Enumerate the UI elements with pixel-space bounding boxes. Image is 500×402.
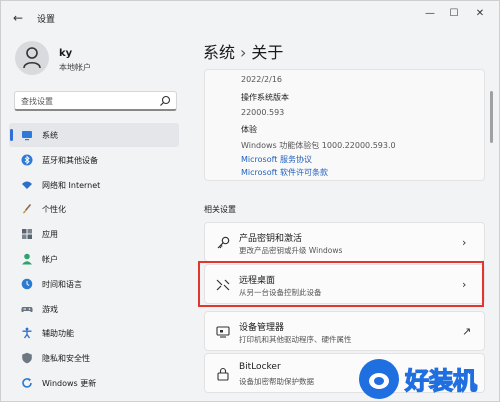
breadcrumb-parent[interactable]: 系统 xyxy=(203,43,235,62)
shield-icon xyxy=(22,352,32,364)
profile-account-type: 本地帐户 xyxy=(59,63,91,72)
profile-name: ky xyxy=(59,48,73,59)
remote-desktop-item[interactable]: 远程桌面 从另一台设备控制此设备 › xyxy=(204,264,485,304)
setting-description: 更改产品密钥或升级 Windows xyxy=(239,246,343,255)
chevron-right-icon: › xyxy=(462,236,467,249)
service-agreement-link[interactable]: Microsoft 服务协议 xyxy=(241,154,312,165)
back-button[interactable]: ← xyxy=(13,10,27,26)
sidebar-item-privacy[interactable]: 隐私和安全性 xyxy=(9,346,179,370)
settings-window: ← 设置 — ☐ ✕ ky 本地帐户 查找设置 系统 蓝牙和其他设备 网络和 I… xyxy=(0,0,500,402)
setting-description: 从另一台设备控制此设备 xyxy=(239,288,322,297)
breadcrumb: 系统 › 关于 xyxy=(203,39,283,63)
wifi-icon xyxy=(22,181,32,189)
app-title: 设置 xyxy=(37,15,56,25)
key-icon xyxy=(217,236,230,249)
sidebar-item-label: 网络和 Internet xyxy=(42,180,101,190)
product-key-activation-item[interactable]: 产品密钥和激活 更改产品密钥或升级 Windows › xyxy=(204,222,485,262)
scrollbar[interactable] xyxy=(490,91,493,143)
watermark-logo: 好装机 xyxy=(359,359,478,399)
setting-title: 设备管理器 xyxy=(239,323,285,333)
os-build-value: 22000.593 xyxy=(241,108,285,117)
sidebar-item-windows-update[interactable]: Windows 更新 xyxy=(9,371,179,395)
sidebar-item-system[interactable]: 系统 xyxy=(9,123,179,147)
setting-title: 远程桌面 xyxy=(239,276,276,286)
gamepad-icon xyxy=(21,306,33,312)
sidebar-item-bluetooth[interactable]: 蓝牙和其他设备 xyxy=(9,148,179,172)
setting-description: 设备加密帮助保护数据 xyxy=(239,377,314,386)
close-button[interactable]: ✕ xyxy=(469,6,491,22)
sidebar-nav: 系统 蓝牙和其他设备 网络和 Internet 个性化 应用 帐户 时间和语言 … xyxy=(9,123,179,396)
avatar[interactable] xyxy=(15,41,49,75)
sidebar-item-label: 隐私和安全性 xyxy=(42,354,90,364)
breadcrumb-separator: › xyxy=(240,43,247,62)
sidebar-item-label: 个性化 xyxy=(42,205,66,215)
sidebar-item-time-language[interactable]: 时间和语言 xyxy=(9,272,179,296)
os-build-label: 操作系统版本 xyxy=(241,93,289,102)
breadcrumb-current: 关于 xyxy=(251,43,284,62)
search-placeholder: 查找设置 xyxy=(21,97,53,106)
sidebar-item-label: Windows 更新 xyxy=(42,378,97,388)
search-icon[interactable] xyxy=(159,95,171,107)
brush-icon xyxy=(23,204,32,214)
person-icon xyxy=(22,253,32,265)
sidebar-item-apps[interactable]: 应用 xyxy=(9,222,179,246)
device-manager-item[interactable]: 设备管理器 打印机和其他驱动程序、硬件属性 ↗ xyxy=(204,311,485,351)
maximize-button[interactable]: ☐ xyxy=(443,6,465,22)
sidebar-item-network[interactable]: 网络和 Internet xyxy=(9,173,179,197)
person-icon xyxy=(23,47,41,69)
experience-label: 体验 xyxy=(241,125,257,134)
bluetooth-icon xyxy=(21,154,33,166)
setting-title: BitLocker xyxy=(239,362,281,372)
install-date-value: 2022/2/16 xyxy=(241,75,283,84)
sidebar-item-label: 时间和语言 xyxy=(42,279,82,289)
experience-value: Windows 功能体验包 1000.22000.593.0 xyxy=(241,141,396,150)
minimize-button[interactable]: — xyxy=(419,6,441,22)
search-input[interactable]: 查找设置 xyxy=(14,91,177,111)
title-bar: ← 设置 — ☐ ✕ xyxy=(1,1,499,35)
device-manager-icon xyxy=(216,326,230,338)
sidebar-item-label: 辅助功能 xyxy=(42,329,74,339)
license-terms-link[interactable]: Microsoft 软件许可条款 xyxy=(241,167,328,178)
bitlocker-icon xyxy=(217,367,229,381)
sidebar-item-personalization[interactable]: 个性化 xyxy=(9,197,179,221)
remote-desktop-icon xyxy=(216,279,230,291)
related-settings-heading: 相关设置 xyxy=(204,205,236,214)
sidebar-item-label: 游戏 xyxy=(42,304,58,314)
monitor-icon xyxy=(22,131,32,141)
sidebar-item-label: 蓝牙和其他设备 xyxy=(42,155,98,165)
chevron-right-icon: › xyxy=(462,278,467,291)
watermark-text: 好装机 xyxy=(404,367,477,395)
windows-spec-card: 2022/2/16 操作系统版本 22000.593 体验 Windows 功能… xyxy=(204,69,485,181)
sidebar-item-label: 帐户 xyxy=(42,254,58,264)
sidebar-item-label: 应用 xyxy=(42,230,58,240)
setting-title: 产品密钥和激活 xyxy=(239,234,303,244)
windows-update-icon xyxy=(22,377,32,388)
external-link-icon: ↗ xyxy=(462,325,472,338)
sidebar-item-accounts[interactable]: 帐户 xyxy=(9,247,179,271)
globe-clock-icon xyxy=(21,278,33,290)
sidebar-item-accessibility[interactable]: 辅助功能 xyxy=(9,321,179,345)
apps-icon xyxy=(22,229,32,240)
setting-description: 打印机和其他驱动程序、硬件属性 xyxy=(239,335,352,344)
accessibility-icon xyxy=(22,327,32,339)
sidebar-item-gaming[interactable]: 游戏 xyxy=(9,297,179,321)
sidebar-item-label: 系统 xyxy=(42,131,58,140)
